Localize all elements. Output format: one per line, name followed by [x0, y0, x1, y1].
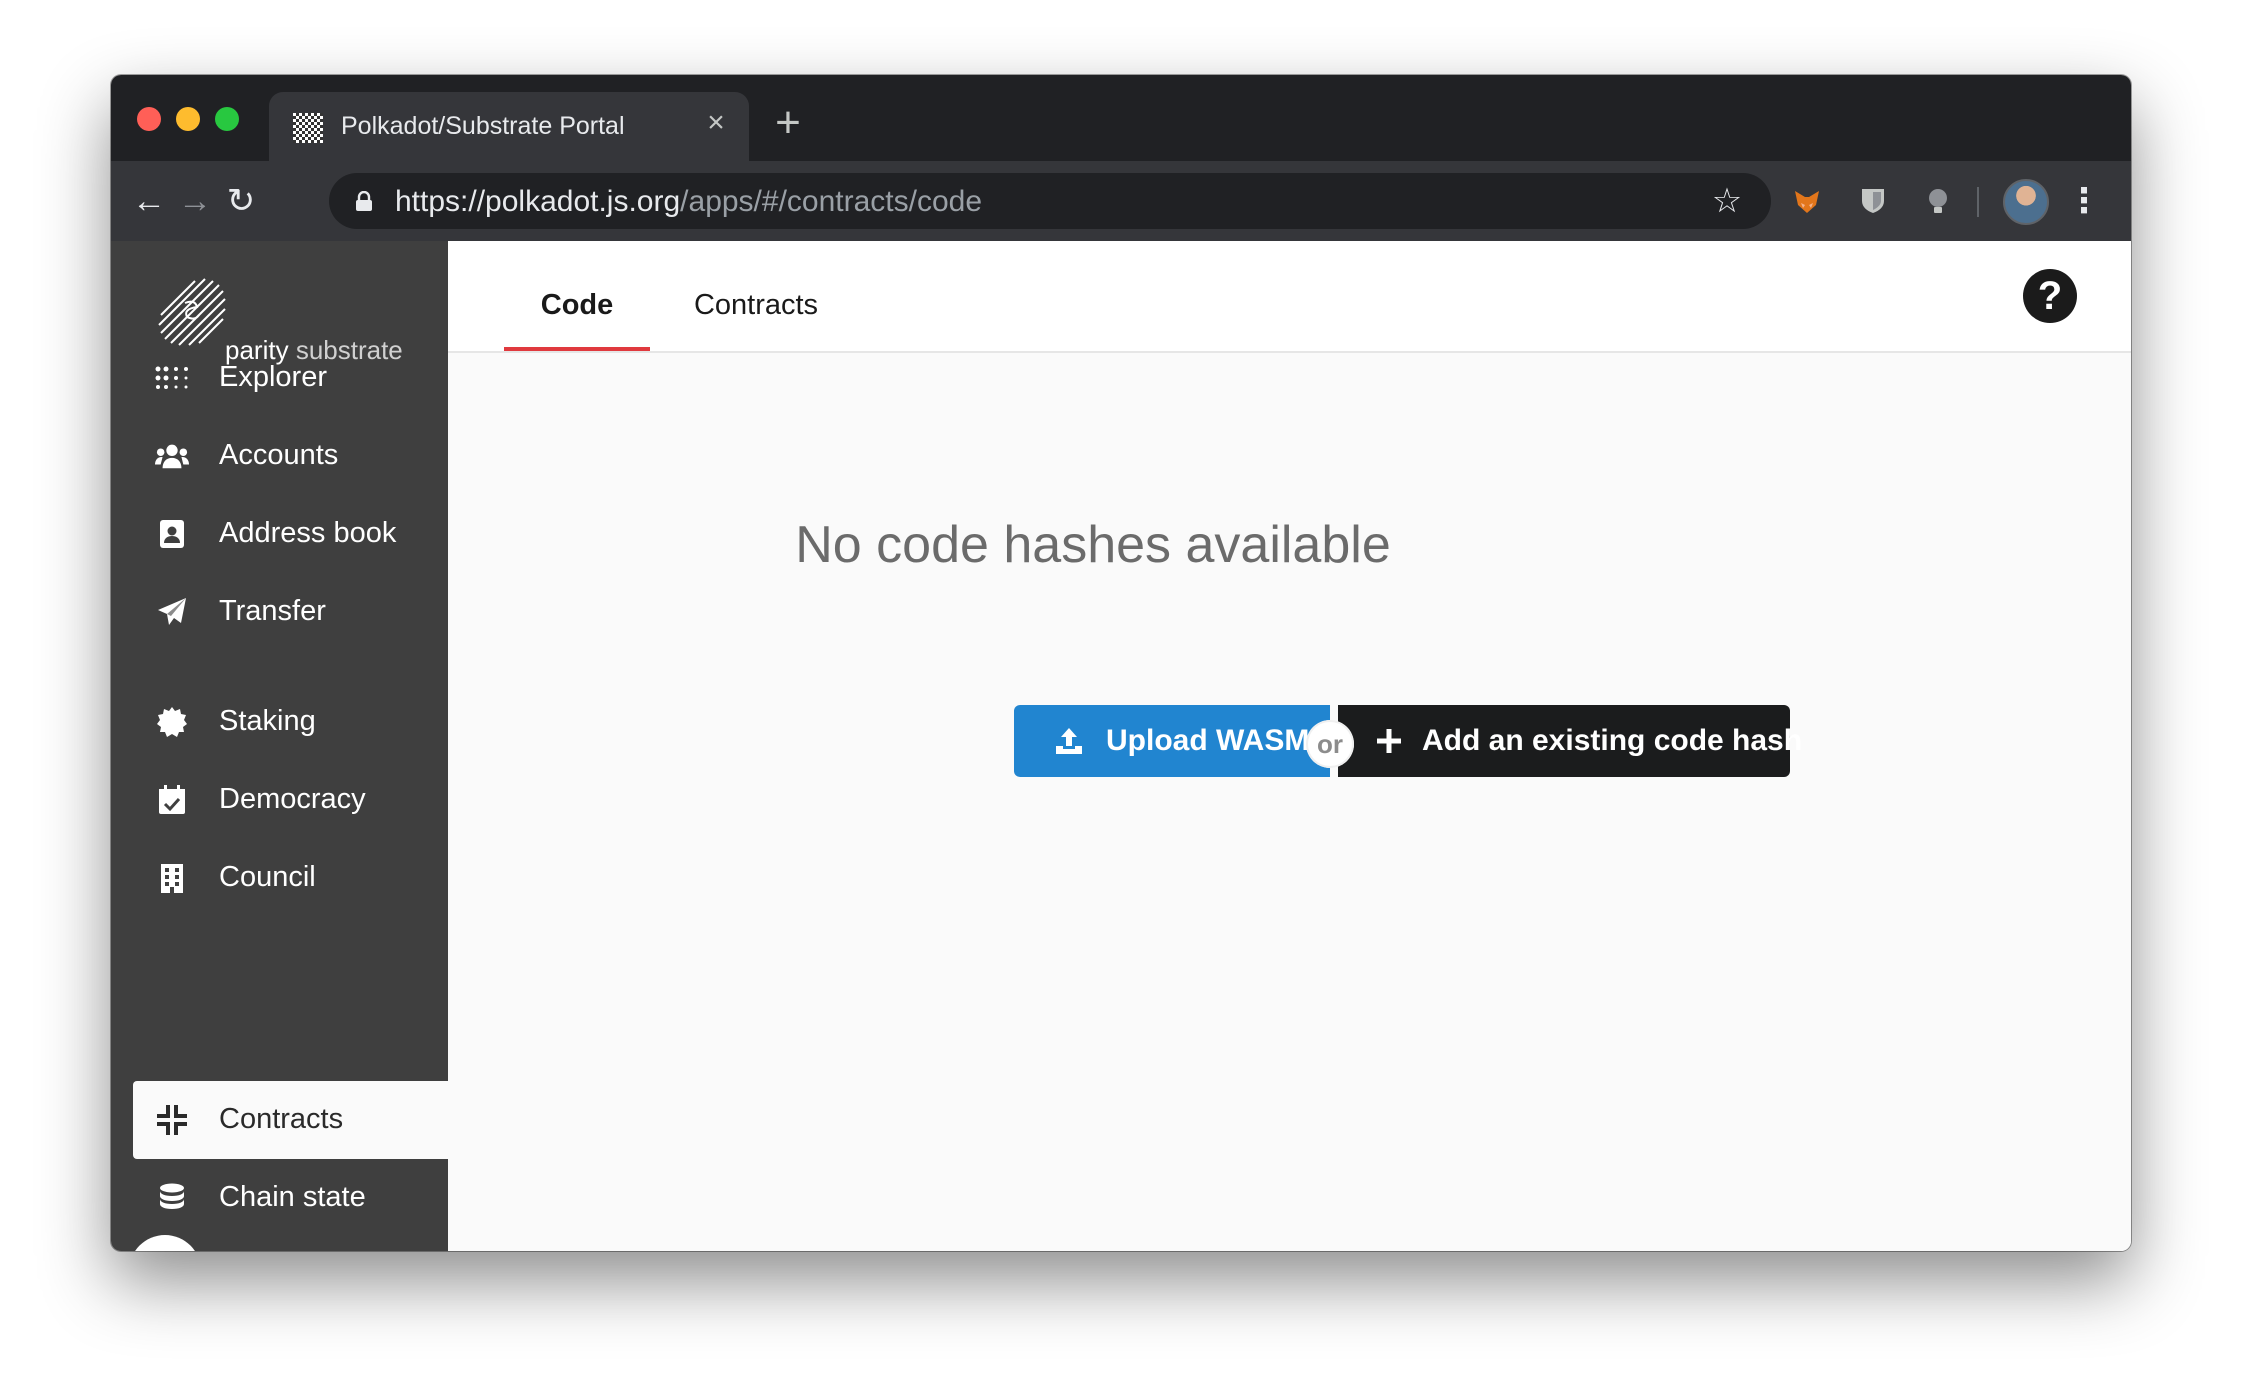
new-tab-icon[interactable]: +	[771, 101, 805, 145]
browser-window: Polkadot/Substrate Portal × + ← → ↻ http…	[111, 75, 2131, 1251]
upload-wasm-label: Upload WASM	[1106, 724, 1310, 757]
browser-tab-title: Polkadot/Substrate Portal	[341, 112, 625, 140]
sidebar-item-democracy[interactable]: Democracy	[133, 761, 448, 839]
url-text: https://polkadot.js.org/apps/#/contracts…	[395, 185, 982, 219]
sidebar-item-council[interactable]: Council	[133, 839, 448, 917]
browser-toolbar: ← → ↻ https://polkadot.js.org/apps/#/con…	[111, 161, 2131, 241]
tab-code[interactable]: Code	[504, 289, 650, 351]
browser-menu-icon[interactable]: ⋮	[2067, 181, 2101, 221]
sidebar-item-label: Democracy	[219, 783, 366, 815]
profile-avatar[interactable]	[2003, 179, 2049, 225]
compress-icon	[155, 1103, 189, 1137]
browser-titlebar: Polkadot/Substrate Portal × +	[111, 75, 2131, 161]
sidebar-item-label: Contracts	[219, 1103, 344, 1135]
bookmark-star-icon[interactable]: ☆	[1707, 181, 1747, 221]
sidebar-item-label: Address book	[219, 517, 397, 549]
sidebar-item-chain-state[interactable]: Chain state	[133, 1159, 448, 1237]
empty-state-message: No code hashes available	[795, 516, 1391, 574]
sidebar-item-label: Council	[219, 861, 316, 893]
plus-icon	[1376, 724, 1402, 758]
favicon-icon	[293, 113, 323, 143]
lightbulb-extension-icon[interactable]	[1922, 185, 1954, 217]
tab-code-label: Code	[540, 289, 614, 321]
sidebar-item-label: Explorer	[219, 361, 327, 393]
url-host: https://polkadot.js.org	[395, 185, 681, 218]
sidebar-item-staking[interactable]: Staking	[133, 683, 448, 761]
address-bar[interactable]: https://polkadot.js.org/apps/#/contracts…	[329, 173, 1771, 229]
address-book-icon	[155, 517, 189, 551]
add-existing-code-hash-label: Add an existing code hash	[1422, 724, 1803, 757]
or-divider: or	[1306, 720, 1354, 768]
back-icon[interactable]: ←	[125, 177, 173, 225]
sidebar-item-address-book[interactable]: Address book	[133, 495, 448, 573]
grid-dots-icon	[155, 361, 189, 395]
sidebar-item-label: Accounts	[219, 439, 339, 471]
collapse-sidebar-button[interactable]: «	[129, 1235, 201, 1251]
metamask-fox-icon[interactable]	[1791, 185, 1823, 217]
sidebar-item-label: Staking	[219, 705, 316, 737]
sidebar-item-transfer[interactable]: Transfer	[133, 573, 448, 651]
sidebar-item-accounts[interactable]: Accounts	[133, 417, 448, 495]
users-icon	[155, 439, 189, 473]
bitwarden-shield-icon[interactable]	[1857, 185, 1889, 217]
help-icon[interactable]: ?	[2023, 269, 2077, 323]
upload-wasm-button[interactable]: Upload WASM	[1014, 705, 1330, 777]
add-existing-code-hash-button[interactable]: Add an existing code hash	[1338, 705, 1802, 777]
sidebar-item-explorer[interactable]: Explorer	[133, 339, 448, 417]
browser-tab[interactable]: Polkadot/Substrate Portal ×	[269, 92, 749, 161]
reload-icon[interactable]: ↻	[217, 177, 265, 225]
sidebar-item-label: Chain state	[219, 1181, 366, 1213]
tab-contracts[interactable]: Contracts	[666, 289, 846, 351]
sidebar-item-label: Transfer	[219, 595, 326, 627]
database-icon	[155, 1181, 189, 1215]
certificate-icon	[155, 705, 189, 739]
close-tab-icon[interactable]: ×	[701, 108, 731, 138]
main-content: Code Contracts ? No code hashes availabl…	[448, 241, 2131, 1251]
forward-icon[interactable]: →	[171, 177, 219, 225]
calendar-check-icon	[155, 783, 189, 817]
paper-plane-icon	[155, 595, 189, 629]
close-window-button[interactable]	[137, 107, 161, 131]
tab-contracts-label: Contracts	[693, 289, 819, 321]
toolbar-separator	[1977, 187, 1979, 217]
tabs-bar: Code Contracts ?	[448, 241, 2131, 353]
url-path: /apps/#/contracts/code	[680, 185, 983, 218]
maximize-window-button[interactable]	[215, 107, 239, 131]
upload-icon	[1052, 724, 1086, 758]
minimize-window-button[interactable]	[176, 107, 200, 131]
sidebar: parity substrate Explorer Accounts Addre…	[111, 241, 448, 1251]
lock-icon	[356, 191, 372, 211]
building-icon	[155, 861, 189, 895]
sidebar-item-contracts[interactable]: Contracts	[133, 1081, 448, 1159]
